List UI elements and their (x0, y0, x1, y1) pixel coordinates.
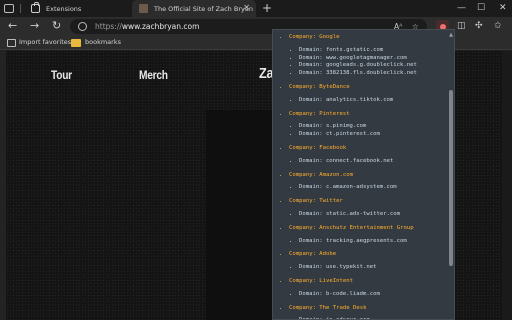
company-item: Company: LiveIntent Domain: b-code.liadm.… (289, 278, 445, 299)
domain-item: Domain: fonts.gstatic.com (299, 47, 445, 55)
company-name: Company: Facebook (289, 144, 347, 151)
company-name: Company: ByteDance (289, 83, 350, 90)
domain-item: Domain: s.pinimg.com (299, 123, 445, 131)
company-name: Company: Google (289, 34, 340, 40)
company-item: Company: Twitter Domain: static.ads-twitt… (289, 198, 445, 219)
company-item: Company: Anschutz Entertainment Group Dom… (289, 225, 445, 246)
company-name: Company: The Trade Desk (289, 304, 367, 311)
company-item: Company: Facebook Domain: connect.faceboo… (289, 145, 445, 166)
split-screen-icon[interactable]: ◫ (457, 21, 466, 32)
company-item: Company: Pinterest Domain: s.pinimg.comDo… (289, 111, 445, 139)
close-tab-icon[interactable]: ✕ (243, 4, 250, 12)
domain-list: Domain: s.pinimg.comDomain: ct.pinterest… (299, 123, 445, 139)
tracker-popup: Company: Google Domain: fonts.gstatic.com… (272, 29, 455, 320)
domain-item: Domain: tracking.aegpresents.com (299, 238, 445, 246)
new-tab-button[interactable]: + (262, 1, 272, 15)
company-name: Company: Amazon.com (289, 171, 353, 178)
domain-list: Domain: static.ads-twitter.com (299, 211, 445, 219)
domain-item: Domain: static.ads-twitter.com (299, 211, 445, 219)
company-name: Company: Anschutz Entertainment Group (289, 224, 414, 231)
tab-actions-icon[interactable] (4, 4, 14, 13)
url-text: https://www.zachbryan.com (95, 22, 200, 31)
domain-list: Domain: use.typekit.net (299, 264, 445, 272)
tab-strip: Extensions The Official Site of Zach Bry… (0, 0, 512, 17)
domain-list: Domain: fonts.gstatic.comDomain: www.goo… (299, 47, 445, 78)
domain-item: Domain: 3382138.fls.doubleclick.net (299, 70, 445, 78)
bookmark-folder[interactable]: bookmarks (85, 37, 121, 48)
favorites-icon[interactable]: ✩ (494, 21, 502, 32)
scroll-up-arrow-icon[interactable]: ▲ (449, 32, 453, 38)
site-favicon-icon (139, 4, 148, 13)
extensions-puzzle-icon[interactable]: ✣ (475, 21, 483, 32)
tab-zach-bryan[interactable]: The Official Site of Zach Bryan ✕ (132, 0, 256, 17)
domain-item: Domain: ct.pinterest.com (299, 131, 445, 139)
company-name: Company: Twitter (289, 198, 343, 205)
domain-item: Domain: www.googletagmanager.com (299, 55, 445, 63)
company-item: Company: ByteDance Domain: analytics.tikt… (289, 84, 445, 105)
page-left-edge (0, 51, 6, 320)
tab-extensions[interactable]: Extensions (24, 0, 132, 17)
company-list: Company: Google Domain: fonts.gstatic.com… (281, 34, 445, 319)
back-button[interactable]: ← (8, 19, 17, 33)
tab-label: The Official Site of Zach Bryan (154, 4, 253, 13)
company-item: Company: Amazon.com Domain: c.amazon-adsy… (289, 172, 445, 193)
tab-divider (20, 4, 21, 13)
domain-item: Domain: use.typekit.net (299, 264, 445, 272)
company-name: Company: Adobe (289, 251, 337, 258)
nav-tour-link[interactable]: Tour (51, 68, 72, 82)
company-item: Company: Adobe Domain: use.typekit.net (289, 251, 445, 272)
domain-item: Domain: c.amazon-adsystem.com (299, 184, 445, 192)
image-icon (7, 39, 16, 47)
extensions-icon (31, 2, 40, 13)
popup-scrollbar-thumb[interactable] (449, 90, 453, 266)
domain-item: Domain: b-code.liadm.com (299, 291, 445, 299)
nav-merch-link[interactable]: Merch (139, 68, 168, 82)
domain-item: Domain: connect.facebook.net (299, 158, 445, 166)
domain-list: Domain: analytics.tiktok.com (299, 97, 445, 105)
tab-label: Extensions (46, 4, 82, 13)
domain-list: Domain: b-code.liadm.com (299, 291, 445, 299)
forward-button[interactable]: → (30, 19, 39, 33)
reload-button[interactable]: ↻ (52, 19, 61, 33)
domain-list: Domain: connect.facebook.net (299, 158, 445, 166)
domain-item: Domain: analytics.tiktok.com (299, 97, 445, 105)
bookmark-import-favorites[interactable]: Import favorites (19, 37, 71, 48)
company-item: Company: The Trade DeskDomain: js.adsrvr… (289, 304, 445, 319)
domain-list: Domain: tracking.aegpresents.com (299, 238, 445, 246)
minimize-button[interactable]: — (457, 3, 466, 13)
company-name: Company: Pinterest (289, 110, 350, 117)
folder-icon (71, 39, 81, 47)
domain-item: Domain: googleads.g.doubleclick.net (299, 62, 445, 70)
company-name: Company: LiveIntent (289, 277, 353, 284)
page-scrollbar[interactable] (502, 51, 512, 320)
close-window-button[interactable]: ✕ (499, 3, 507, 13)
company-item: Company: Google Domain: fonts.gstatic.com… (289, 34, 445, 78)
site-info-icon[interactable] (78, 22, 87, 31)
domain-list: Domain: c.amazon-adsystem.com (299, 184, 445, 192)
maximize-button[interactable]: ☐ (477, 3, 485, 13)
